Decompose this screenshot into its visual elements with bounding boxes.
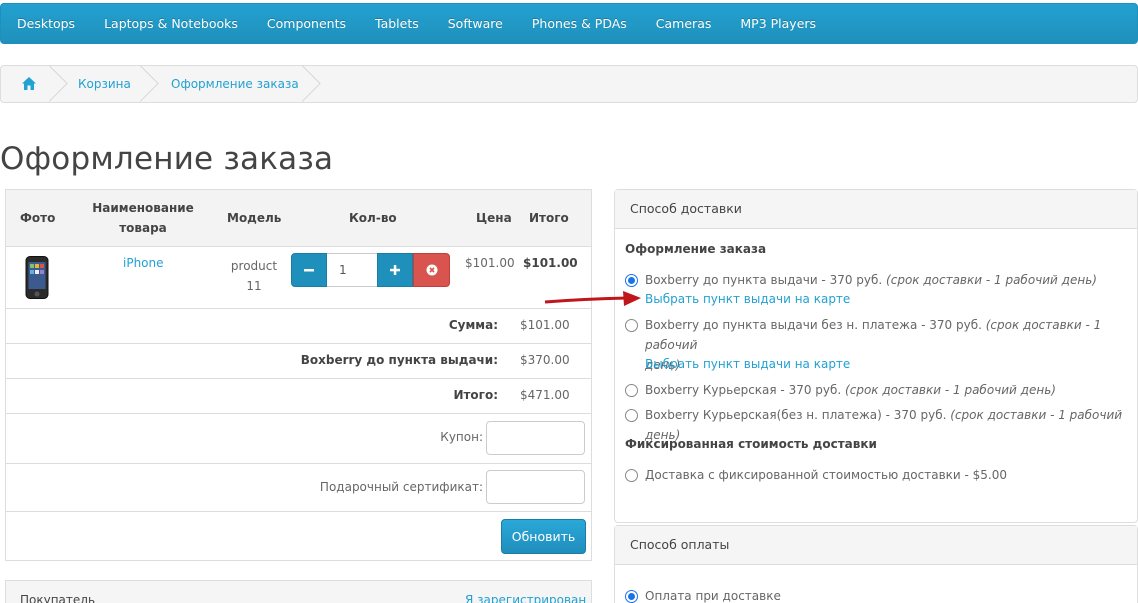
divider xyxy=(6,378,591,379)
gift-certificate-input[interactable] xyxy=(486,470,585,504)
plus-icon xyxy=(390,265,400,275)
nav-phones[interactable]: Phones & PDAs xyxy=(532,16,627,31)
breadcrumb-separator xyxy=(302,66,322,102)
map-link-2[interactable]: Выбрать пункт выдачи на карте xyxy=(645,357,850,371)
radio[interactable] xyxy=(625,409,638,422)
total-value: $471.00 xyxy=(520,388,570,402)
breadcrumb-separator xyxy=(49,66,69,102)
option-note: (срок доставки - 1 рабочий день) xyxy=(886,273,1097,287)
product-total: $101.00 xyxy=(523,256,578,270)
home-icon[interactable] xyxy=(22,77,36,90)
nav-components[interactable]: Components xyxy=(267,16,346,31)
fixed-delivery-option[interactable]: Доставка с фиксированной стоимостью дост… xyxy=(625,465,1007,485)
qty-input[interactable] xyxy=(327,253,377,287)
update-button[interactable]: Обновить xyxy=(501,519,586,554)
quantity-stepper xyxy=(291,253,450,287)
delivery-section-title: Оформление заказа xyxy=(625,242,767,256)
option-note: (срок доставки - 1 рабочий день) xyxy=(845,383,1056,397)
fixed-delivery-title: Фиксированная стоимость доставки xyxy=(625,437,877,451)
cart-table: Фото Наименование товара Модель Кол-во Ц… xyxy=(5,189,592,561)
page-title: Оформление заказа xyxy=(0,141,334,177)
divider xyxy=(6,343,591,344)
coupon-input[interactable] xyxy=(486,421,585,455)
option-text: Boxberry до пункта выдачи - 370 руб. xyxy=(645,273,887,287)
header-price: Цена xyxy=(476,211,512,225)
header-photo: Фото xyxy=(20,211,56,225)
nav-software[interactable]: Software xyxy=(448,16,503,31)
divider xyxy=(6,511,591,512)
qty-plus-button[interactable] xyxy=(377,253,413,287)
product-price: $101.00 xyxy=(465,256,515,270)
shipping-value: $370.00 xyxy=(520,353,570,367)
radio[interactable] xyxy=(625,469,638,482)
nav-tablets[interactable]: Tablets xyxy=(375,16,419,31)
top-menu: Desktops Laptops & Notebooks Components … xyxy=(0,3,1138,44)
annotation-arrow-icon xyxy=(544,291,641,306)
delivery-panel-title: Способ доставки xyxy=(615,190,1137,229)
breadcrumb-checkout[interactable]: Оформление заказа xyxy=(171,66,299,102)
nav-mp3[interactable]: MP3 Players xyxy=(740,16,816,31)
radio[interactable] xyxy=(625,319,638,332)
radio[interactable] xyxy=(625,384,638,397)
option-text: Boxberry Курьерская(без н. платежа) - 37… xyxy=(645,408,951,422)
coupon-label: Купон: xyxy=(440,430,483,444)
header-name: Наименование товара xyxy=(92,201,194,235)
delivery-option-3[interactable]: Boxberry Курьерская - 370 руб. (срок дос… xyxy=(625,380,1056,400)
radio-selected[interactable] xyxy=(625,590,638,603)
shipping-label: Boxberry до пункта выдачи: xyxy=(300,353,498,367)
breadcrumb-cart[interactable]: Корзина xyxy=(78,66,131,102)
header-total: Итого xyxy=(529,211,569,225)
divider xyxy=(6,463,591,464)
option-text: Доставка с фиксированной стоимостью дост… xyxy=(645,468,1008,482)
header-qty: Кол-во xyxy=(349,211,397,225)
buyer-title: Покупатель xyxy=(20,593,96,603)
header-model: Модель xyxy=(227,211,282,225)
nav-laptops[interactable]: Laptops & Notebooks xyxy=(104,16,238,31)
minus-icon xyxy=(304,269,314,272)
close-circle-icon xyxy=(426,264,437,276)
total-label: Итого: xyxy=(453,388,498,402)
product-model: product 11 xyxy=(230,259,278,293)
map-link-1[interactable]: Выбрать пункт выдачи на карте xyxy=(645,292,850,306)
delivery-option-1[interactable]: Boxberry до пункта выдачи - 370 руб. (ср… xyxy=(625,270,1097,290)
radio-selected[interactable] xyxy=(625,274,638,287)
payment-panel-title: Способ оплаты xyxy=(615,526,1137,565)
nav-desktops[interactable]: Desktops xyxy=(17,16,75,31)
buyer-panel: Покупатель Я зарегистрирован xyxy=(5,580,592,603)
divider xyxy=(6,413,591,414)
product-name-link[interactable]: iPhone xyxy=(123,256,164,270)
qty-minus-button[interactable] xyxy=(291,253,327,287)
breadcrumb: Корзина Оформление заказа xyxy=(0,65,1138,103)
remove-item-button[interactable] xyxy=(413,253,450,287)
breadcrumb-separator xyxy=(140,66,160,102)
subtotal-value: $101.00 xyxy=(520,318,570,332)
gift-certificate-label: Подарочный сертификат: xyxy=(319,480,483,494)
subtotal-label: Сумма: xyxy=(448,318,498,332)
payment-option[interactable]: Оплата при доставке xyxy=(625,586,781,603)
nav-cameras[interactable]: Cameras xyxy=(656,16,712,31)
option-text: Boxberry Курьерская - 370 руб. xyxy=(645,383,846,397)
registered-link[interactable]: Я зарегистрирован xyxy=(465,593,586,603)
option-text: Boxberry до пункта выдачи без н. платежа… xyxy=(645,318,986,332)
product-image[interactable] xyxy=(25,256,49,299)
option-text: Оплата при доставке xyxy=(645,589,781,603)
divider xyxy=(6,308,591,309)
